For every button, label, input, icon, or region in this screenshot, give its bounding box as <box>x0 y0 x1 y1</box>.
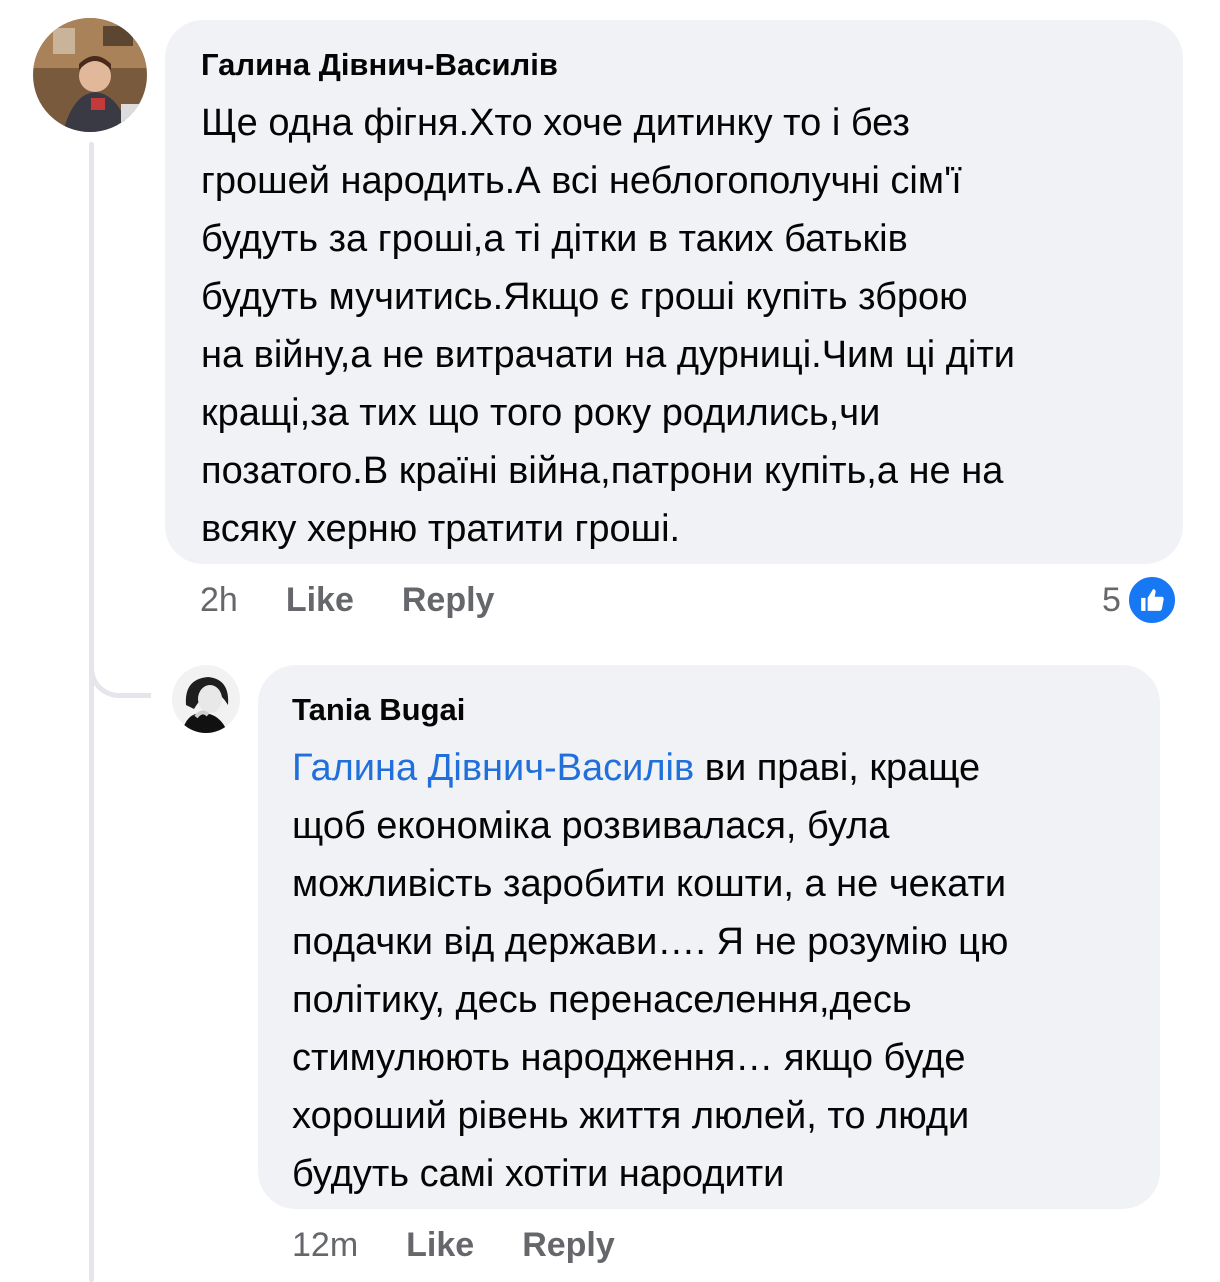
reply-actions: 12m Like Reply <box>292 1225 615 1265</box>
reply-connector <box>89 630 151 698</box>
reaction-count: 5 <box>1102 580 1121 619</box>
reply-body: ви праві, краще щоб економіка розвивалас… <box>292 747 1009 1195</box>
avatar[interactable] <box>172 665 240 733</box>
comment-bubble: Галина Дівнич-Василів Ще одна фігня.Хто … <box>165 20 1183 564</box>
like-button[interactable]: Like <box>286 581 354 620</box>
avatar[interactable] <box>33 18 147 132</box>
like-icon <box>1126 575 1177 625</box>
reaction-summary[interactable]: 5 <box>1102 575 1177 625</box>
comment-text: Ще одна фігня.Хто хоче дитинку то і без … <box>201 102 1015 550</box>
reply-button[interactable]: Reply <box>402 581 495 620</box>
reply-text: Галина Дівнич-Василів ви праві, краще що… <box>292 739 1126 1203</box>
mention-link[interactable]: Галина Дівнич-Василів <box>292 747 694 789</box>
reply-author[interactable]: Tania Bugai <box>292 693 1126 727</box>
reply-button[interactable]: Reply <box>522 1226 615 1265</box>
thread-line <box>89 142 94 1282</box>
comment-timestamp[interactable]: 2h <box>200 581 238 620</box>
reply-timestamp[interactable]: 12m <box>292 1226 358 1265</box>
comment-actions: 2h Like Reply <box>200 580 494 620</box>
like-button[interactable]: Like <box>406 1226 474 1265</box>
reply-bubble: Tania Bugai Галина Дівнич-Василів ви пра… <box>258 665 1160 1209</box>
comment-author[interactable]: Галина Дівнич-Василів <box>201 48 1147 82</box>
